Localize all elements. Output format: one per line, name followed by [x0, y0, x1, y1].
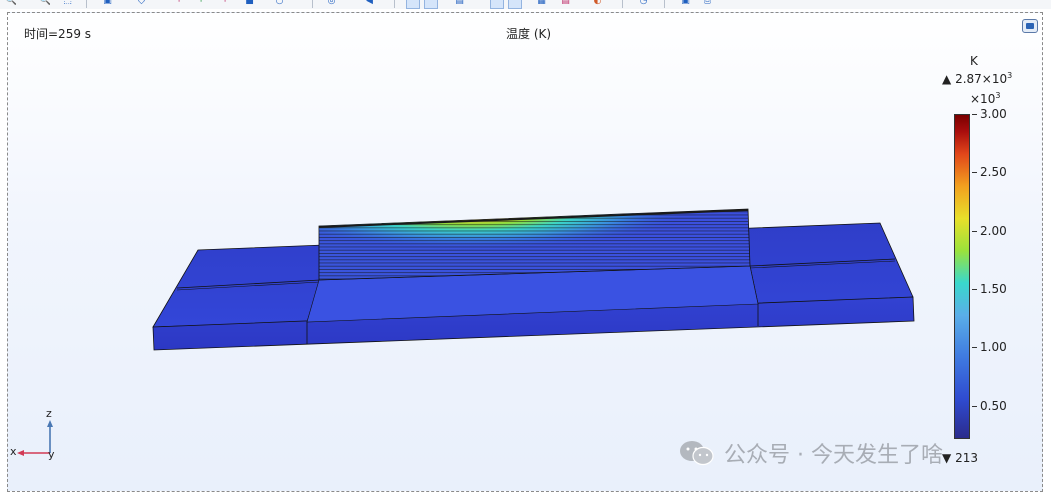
colorbar-unit: K	[970, 54, 978, 68]
axis-z-label: z	[46, 407, 52, 420]
colorbar-max-value: 2.87×10	[955, 72, 1008, 86]
zoom-in-icon[interactable]: 🔍	[6, 0, 17, 7]
colorbar	[954, 114, 970, 439]
print-icon[interactable]: ⎙	[702, 0, 713, 7]
toggle-grid-icon[interactable]	[406, 0, 420, 9]
axis-triad: z x y	[8, 403, 68, 463]
arrow-icon[interactable]: ◀	[364, 0, 375, 7]
export-icon[interactable]: ▣	[102, 0, 113, 7]
colorbar-tick-label: 0.50	[980, 398, 1007, 413]
max-marker-icon: ▲	[942, 72, 952, 86]
model-geometry	[152, 208, 915, 351]
deselect-icon[interactable]: ⌐	[198, 0, 209, 7]
wechat-icon	[680, 441, 714, 466]
toolbar-separator	[394, 0, 395, 8]
colorbar-tick	[972, 405, 977, 407]
colorbar-scale-text: ×10	[970, 92, 996, 106]
colorbar-scale-factor: ×103	[970, 91, 1000, 106]
graphics-window[interactable]: 时间=259 s 温度 (K) K ▲ 2.87×103 ×103 3.00 2…	[7, 12, 1043, 492]
capture-icon[interactable]	[490, 0, 504, 9]
colorbar-tick-label: 2.50	[980, 165, 1007, 180]
zoom-box-icon[interactable]: ⬚	[62, 0, 73, 7]
toolbar-separator	[312, 0, 313, 8]
colorbar-tick	[972, 114, 977, 115]
paint-icon[interactable]: ▤	[560, 0, 571, 7]
history-icon[interactable]: ◔	[638, 0, 649, 7]
colorbar-tick	[972, 347, 977, 349]
select-box-icon[interactable]: ⌐	[176, 0, 187, 7]
colorbar-min-label: ▼ 213	[942, 451, 978, 465]
colorbar-max-exponent: 3	[1007, 71, 1013, 80]
toolbar-separator	[664, 0, 665, 8]
graphics-toolbar: 🔍 🔍 ⬚ ▣ ◇ ⌐ ⌐ ⌐ ■ ○ ◎ ◀ ▤ ▦ ▤ ◐ ◔ ▣ ⎙	[0, 0, 1051, 9]
toggle-wireframe-icon[interactable]	[424, 0, 438, 9]
watermark: 公众号 · 今天发生了啥	[678, 437, 943, 469]
record-icon[interactable]: ■	[244, 0, 255, 7]
colorbar-scale-exponent: 3	[995, 91, 1001, 100]
build-icon[interactable]: ⌐	[222, 0, 233, 7]
save-icon[interactable]: ▣	[680, 0, 691, 7]
view-icon[interactable]: ▤	[454, 0, 465, 7]
watermark-text: 公众号 · 今天发生了啥	[724, 443, 943, 468]
zoom-out-icon[interactable]: 🔍	[40, 0, 51, 7]
colorbar-tick	[972, 172, 977, 174]
draw-icon[interactable]: ◇	[136, 0, 147, 7]
rotate-icon[interactable]: ○	[274, 0, 285, 7]
grid-icon[interactable]	[508, 0, 522, 9]
toolbar-separator	[86, 0, 87, 8]
axis-y-label: y	[48, 448, 55, 461]
colorbar-max-label: ▲ 2.87×103	[942, 71, 1012, 86]
colorbar-tick	[972, 230, 977, 232]
colorbar-tick-label: 1.50	[980, 281, 1007, 296]
colorbar-tick-label: 2.00	[980, 223, 1007, 238]
table-icon[interactable]: ▦	[536, 0, 547, 7]
camera-icon[interactable]: ◎	[326, 0, 337, 7]
colorbar-tick-label: 1.00	[980, 340, 1007, 355]
colorbar-tick	[972, 288, 977, 290]
axis-x-label: x	[10, 445, 17, 458]
min-marker-icon: ▼	[942, 451, 952, 465]
refresh-icon[interactable]: ◐	[592, 0, 603, 7]
colorbar-min-value: 213	[955, 451, 978, 465]
colorbar-tick-label: 3.00	[980, 107, 1007, 121]
toolbar-separator	[622, 0, 623, 8]
